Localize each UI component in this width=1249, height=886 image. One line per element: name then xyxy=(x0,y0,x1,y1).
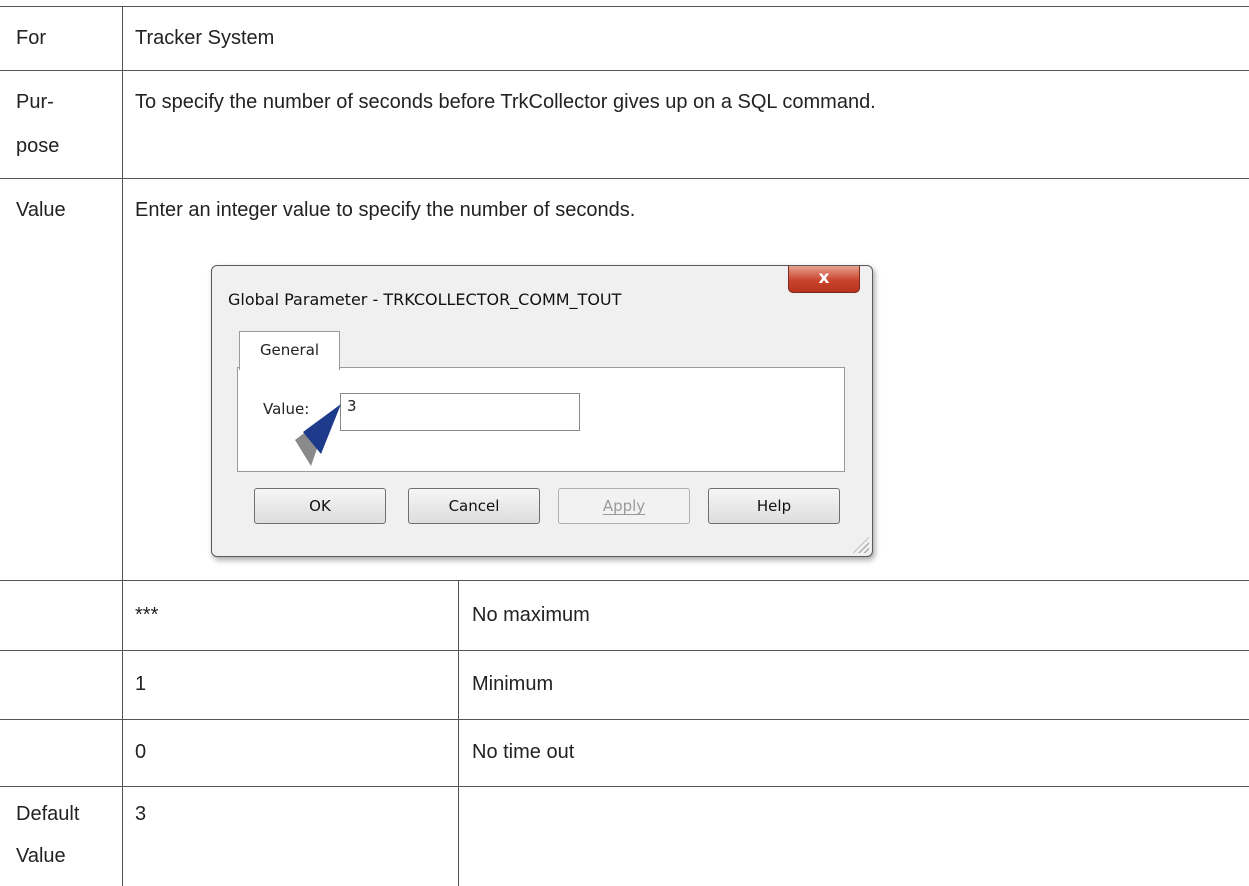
close-button[interactable]: x xyxy=(788,266,860,293)
row-value-default: 3 xyxy=(135,803,147,825)
value-input[interactable]: 3 xyxy=(340,393,580,431)
cancel-button[interactable]: Cancel xyxy=(408,488,540,524)
row-label-purpose-line1: Pur- xyxy=(16,91,54,113)
option-setting: 0 xyxy=(135,741,147,763)
row-divider xyxy=(0,719,1249,720)
ok-button[interactable]: OK xyxy=(254,488,386,524)
option-setting: 1 xyxy=(135,673,147,695)
row-value-instruction: Enter an integer value to specify the nu… xyxy=(135,199,636,221)
row-value-for: Tracker System xyxy=(135,27,275,49)
option-description: No time out xyxy=(472,741,575,763)
row-divider xyxy=(0,650,1249,651)
option-setting: *** xyxy=(135,604,159,626)
col-divider-2 xyxy=(458,580,459,886)
row-value-purpose: To specify the number of seconds before … xyxy=(135,91,876,113)
row-divider xyxy=(0,786,1249,787)
row-divider xyxy=(0,178,1249,179)
row-label-purpose-line2: pose xyxy=(16,135,60,157)
option-description: Minimum xyxy=(472,673,554,695)
resize-grip-icon[interactable] xyxy=(853,537,869,553)
tab-general[interactable]: General xyxy=(239,331,340,370)
row-divider xyxy=(0,580,1249,581)
option-description: No maximum xyxy=(472,604,590,626)
row-divider xyxy=(0,70,1249,71)
table-border-top xyxy=(0,6,1249,7)
row-label-default-line2: Value xyxy=(16,845,66,867)
arrow-pointer-icon xyxy=(295,404,341,466)
general-tab-panel: Value: 3 xyxy=(237,367,845,472)
global-parameter-dialog: Global Parameter - TRKCOLLECTOR_COMM_TOU… xyxy=(211,265,873,557)
row-label-value: Value xyxy=(16,199,66,221)
apply-button[interactable]: Apply xyxy=(558,488,690,524)
close-icon: x xyxy=(818,268,830,288)
row-label-for: For xyxy=(16,27,46,49)
row-label-default-line1: Default xyxy=(16,803,80,825)
dialog-title: Global Parameter - TRKCOLLECTOR_COMM_TOU… xyxy=(228,290,622,309)
col-divider-1 xyxy=(122,6,123,886)
help-button[interactable]: Help xyxy=(708,488,840,524)
